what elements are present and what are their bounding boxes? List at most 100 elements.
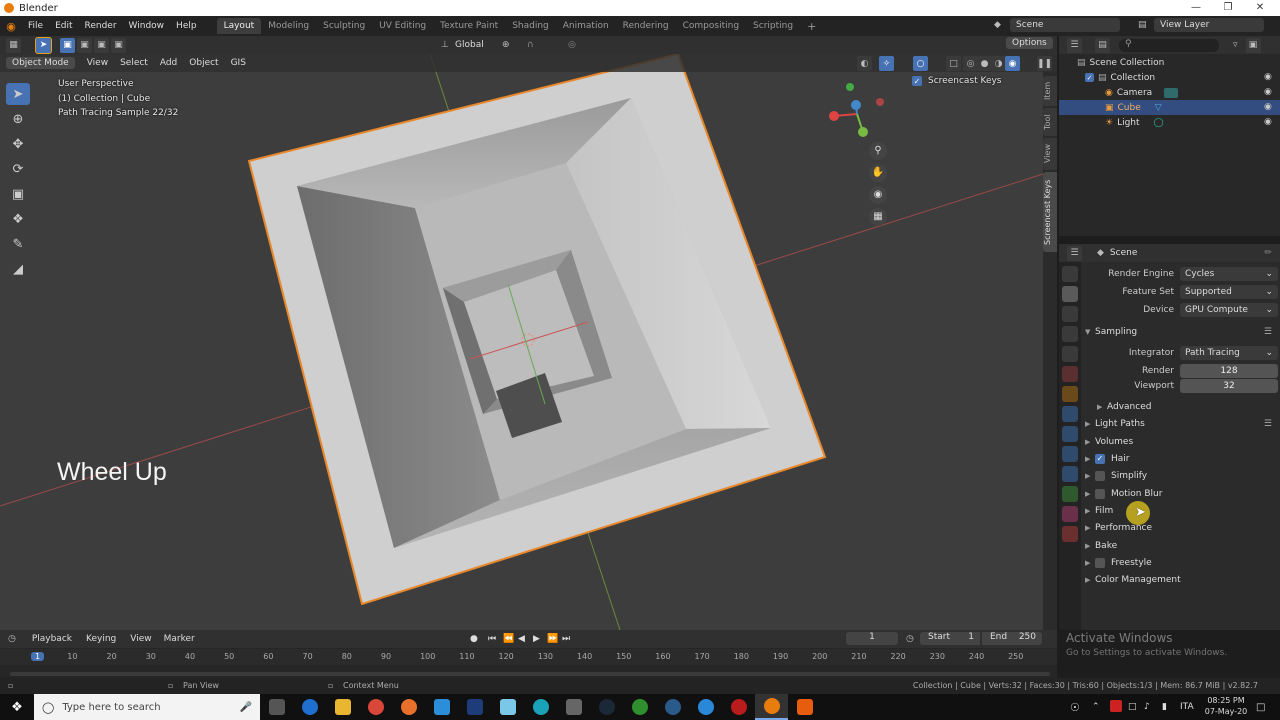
view-layer-tab-icon[interactable] [1062,326,1078,342]
eye-icon[interactable]: ◉ [1264,117,1274,127]
feature-set-dropdown[interactable]: Supported ⌄ [1180,285,1278,299]
select-box-icon[interactable]: ➤ [35,36,52,54]
tab-animation[interactable]: Animation [556,18,616,34]
current-frame-field[interactable]: 1 [846,632,898,645]
notifications-icon[interactable]: □ [1256,702,1265,713]
hair-checkbox[interactable]: ✓ [1095,453,1105,464]
render-tab-icon[interactable] [1062,286,1078,302]
integrator-dropdown[interactable]: Path Tracing ⌄ [1180,346,1278,360]
proportional-edit-icon[interactable]: ◎ [568,40,576,50]
tab-shading[interactable]: Shading [505,18,556,34]
data-tab-icon[interactable] [1062,486,1078,502]
material-shading-icon[interactable]: ◑ [991,56,1006,71]
object-tab-icon[interactable] [1062,386,1078,402]
end-frame-field[interactable]: End 250 [982,632,1042,645]
close-button[interactable]: ✕ [1248,0,1272,16]
minimize-button[interactable]: — [1184,0,1208,16]
rendered-shading-icon[interactable]: ◉ [1005,56,1020,71]
snap-icon[interactable]: ∩ [527,40,534,50]
steam-icon[interactable] [590,694,623,720]
outliner-row-camera[interactable]: ◉ Camera ◉ [1059,85,1280,100]
volumes-panel-header[interactable]: ▶ Volumes [1085,433,1278,450]
viewport-samples-field[interactable]: 32 [1180,379,1278,393]
particles-tab-icon[interactable] [1062,426,1078,442]
timeline-editor-icon[interactable]: ◷ [8,634,16,644]
tab-scripting[interactable]: Scripting [746,18,800,34]
firefox-icon[interactable] [392,694,425,720]
tab-screencast-keys[interactable]: Screencast Keys [1043,172,1057,252]
texture-tab-icon[interactable] [1062,526,1078,542]
annotate-tool-icon[interactable]: ✎ [6,233,30,255]
eye-icon[interactable]: ◉ [1264,102,1274,112]
menu-file[interactable]: File [22,21,49,31]
pivot-icon[interactable]: ⊕ [502,40,510,50]
menu-gis[interactable]: GIS [225,58,252,68]
add-workspace-icon[interactable]: + [800,17,823,36]
tab-compositing[interactable]: Compositing [676,18,746,34]
screencast-keys-checkbox[interactable]: ✓ [912,76,922,86]
motion-blur-panel-header[interactable]: ▶ Motion Blur [1085,485,1278,502]
visibility-icon[interactable]: ◐ [857,56,872,71]
jump-keyframe-back-icon[interactable]: ⏪ [503,634,514,644]
tab-texture-paint[interactable]: Texture Paint [433,18,505,34]
output-tab-icon[interactable] [1062,306,1078,322]
taskbar-search-box[interactable]: ◯ Type here to search 🎤 [34,694,260,720]
rotate-tool-icon[interactable]: ⟳ [6,158,30,180]
tray-chevron-icon[interactable]: ⌃ [1092,702,1100,712]
play-icon[interactable]: ▶ [533,634,540,644]
constraints-tab-icon[interactable] [1062,466,1078,482]
network-icon[interactable]: □ [1128,702,1137,712]
outliner-editor-icon[interactable]: ☰ [1067,37,1082,53]
move-tool-icon[interactable]: ✥ [6,133,30,155]
jump-keyframe-forward-icon[interactable]: ⏩ [547,634,558,644]
tab-sculpting[interactable]: Sculpting [316,18,372,34]
photoshop-icon[interactable] [458,694,491,720]
app-teal-icon[interactable] [524,694,557,720]
pause-render-icon[interactable]: ❚❚ [1037,56,1052,71]
measure-tool-icon[interactable]: ◢ [6,258,30,280]
app-c-icon[interactable] [656,694,689,720]
tab-tool[interactable]: Tool [1043,108,1057,136]
tab-uv-editing[interactable]: UV Editing [372,18,433,34]
blender-menu-icon[interactable]: ◉ [0,20,22,33]
play-reverse-icon[interactable]: ◀ [518,634,525,644]
tab-item[interactable]: Item [1043,76,1057,106]
chrome-icon[interactable] [359,694,392,720]
timeline-view-menu[interactable]: View [130,634,151,644]
wireframe-shading-icon[interactable]: ◎ [963,56,978,71]
display-mode-icon[interactable]: ▤ [1095,37,1110,53]
battery-icon[interactable]: ▮ [1162,702,1167,712]
menu-view[interactable]: View [81,58,114,68]
gizmo-toggle-icon[interactable]: ✧ [879,56,894,71]
collection-checkbox[interactable]: ✓ [1085,73,1094,82]
color-management-panel-header[interactable]: ▶ Color Management [1085,571,1278,588]
keying-menu[interactable]: Keying [86,634,116,644]
clock-time[interactable]: 08:25 PM [1206,696,1246,705]
tab-view[interactable]: View [1043,138,1057,170]
outliner-row-collection[interactable]: ✓ ▤ Collection ◉ [1059,70,1280,85]
timeline-scrollbar[interactable] [10,672,1050,676]
playback-menu[interactable]: Playback [32,634,72,644]
jump-start-icon[interactable]: ⏮ [488,634,496,644]
overlay-toggle-icon[interactable]: ○ [913,56,928,71]
outliner-row-cube[interactable]: ▣ Cube ▽ ◉ [1059,100,1280,115]
modifier-tab-icon[interactable] [1062,406,1078,422]
solid-shading-icon[interactable]: ● [977,56,992,71]
advanced-subpanel-header[interactable]: ▶ Advanced [1085,398,1278,415]
pan-hand-icon[interactable]: ✋ [869,164,887,182]
world-tab-icon[interactable] [1062,366,1078,382]
frame-ruler[interactable]: 1 10 20 30 40 50 60 70 80 90 100 110 120 130 140 150 160… [0,649,1057,665]
new-collection-icon[interactable]: ▣ [1245,37,1261,53]
transform-tool-icon[interactable]: ❖ [6,208,30,230]
menu-window[interactable]: Window [123,21,171,31]
app-blue-icon[interactable] [425,694,458,720]
scene-selector[interactable]: Scene [1010,18,1120,32]
blender-taskbar-icon[interactable] [755,694,788,720]
app-green-icon[interactable] [623,694,656,720]
edge-icon[interactable] [293,694,326,720]
mode-new-icon[interactable]: ▣ [60,37,75,53]
filter-icon[interactable]: ▿ [1233,40,1238,50]
menu-object[interactable]: Object [183,58,224,68]
menu-help[interactable]: Help [170,21,203,31]
editor-type-icon[interactable]: ▦ [6,37,21,53]
